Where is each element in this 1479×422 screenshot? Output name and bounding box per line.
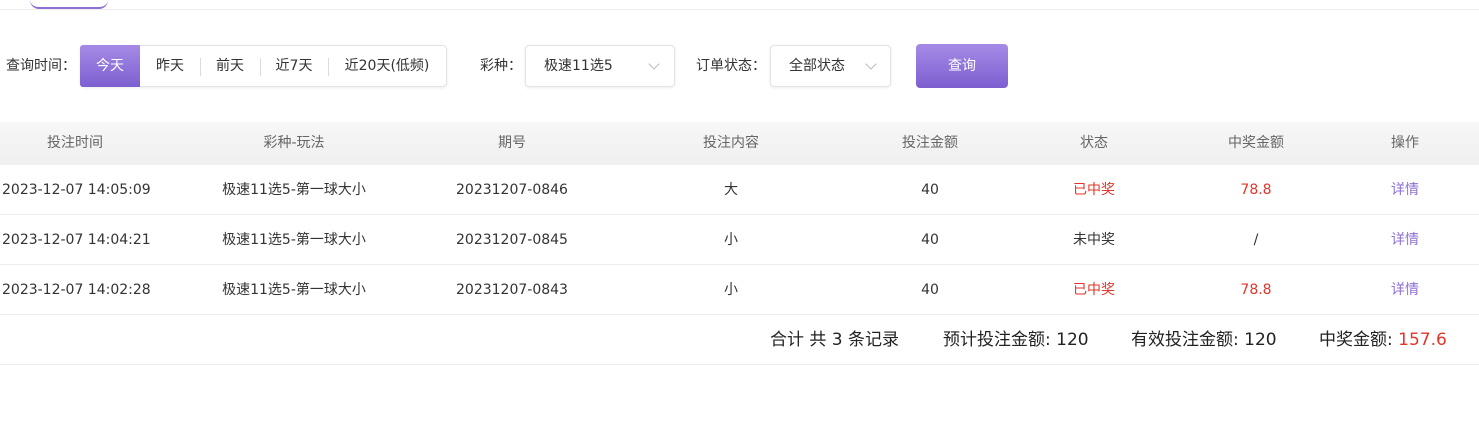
cell-status: 已中奖 <box>1073 282 1115 298</box>
cell-issue: 20231207-0843 <box>456 282 568 298</box>
cell-amount: 40 <box>921 182 939 198</box>
cell-amount: 40 <box>921 282 939 298</box>
cell-status: 已中奖 <box>1073 182 1115 198</box>
cell-content: 大 <box>724 182 738 198</box>
detail-link[interactable]: 详情 <box>1355 265 1455 315</box>
detail-link[interactable]: 详情 <box>1355 215 1455 265</box>
cell-game: 极速11选5-第一球大小 <box>222 232 366 248</box>
query-button[interactable]: 查询 <box>916 44 1008 88</box>
lottery-filter-label: 彩种： <box>480 58 522 74</box>
cell-content: 小 <box>724 282 738 298</box>
time-segment-group: 今天 昨天 前天 近7天 近20天(低频) <box>80 45 447 87</box>
time-option-yesterday[interactable]: 昨天 <box>140 46 200 86</box>
cell-win-amount: 78.8 <box>1240 282 1272 298</box>
table-row: 2023-12-07 14:02:28 极速11选5-第一球大小 2023120… <box>0 265 1479 315</box>
cell-issue: 20231207-0846 <box>456 182 568 198</box>
filter-bar: 查询时间： 今天 昨天 前天 近7天 近20天(低频) 彩种： 极速11选5 订… <box>0 44 1479 88</box>
table-row: 2023-12-07 14:04:21 极速11选5-第一球大小 2023120… <box>0 215 1479 265</box>
lottery-select[interactable]: 极速11选5 <box>525 45 675 87</box>
cell-bet-time: 2023-12-07 14:05:09 <box>2 182 151 198</box>
header-issue: 期号 <box>498 135 526 151</box>
cell-bet-time: 2023-12-07 14:02:28 <box>2 282 151 298</box>
header-action: 操作 <box>1391 135 1419 151</box>
table-header: 投注时间 彩种-玩法 期号 投注内容 投注金额 状态 中奖金额 操作 <box>0 122 1479 165</box>
chevron-down-icon <box>648 58 660 70</box>
cell-win-amount: 78.8 <box>1240 182 1272 198</box>
bet-records-table: 投注时间 彩种-玩法 期号 投注内容 投注金额 状态 中奖金额 操作 2023-… <box>0 122 1479 365</box>
cell-issue: 20231207-0845 <box>456 232 568 248</box>
cell-win-amount: / <box>1253 232 1259 248</box>
status-filter-label: 订单状态： <box>696 58 766 74</box>
cell-bet-time: 2023-12-07 14:04:21 <box>2 232 151 248</box>
cell-status: 未中奖 <box>1073 232 1115 248</box>
summary-win-value: 157.6 <box>1398 330 1447 350</box>
summary-win: 中奖金额: 157.6 <box>1319 315 1447 365</box>
lottery-select-value: 极速11选5 <box>544 58 613 74</box>
top-tab-indicator <box>30 0 108 9</box>
cell-game: 极速11选5-第一球大小 <box>222 182 366 198</box>
header-status: 状态 <box>1080 135 1108 151</box>
summary-row: 合计 共 3 条记录 预计投注金额: 120 有效投注金额: 120 中奖金额:… <box>0 315 1479 365</box>
header-bet-time: 投注时间 <box>47 135 103 151</box>
table-row: 2023-12-07 14:05:09 极速11选5-第一球大小 2023120… <box>0 165 1479 215</box>
summary-win-label: 中奖金额: <box>1319 330 1399 350</box>
time-option-day-before[interactable]: 前天 <box>200 46 260 86</box>
header-amount: 投注金额 <box>902 135 958 151</box>
cell-content: 小 <box>724 232 738 248</box>
header-win-amount: 中奖金额 <box>1228 135 1284 151</box>
summary-valid-amount: 有效投注金额: 120 <box>1131 330 1277 350</box>
chevron-down-icon <box>865 58 877 70</box>
status-select[interactable]: 全部状态 <box>770 45 891 87</box>
time-option-today[interactable]: 今天 <box>80 45 140 87</box>
header-game: 彩种-玩法 <box>263 135 325 151</box>
time-filter-label: 查询时间： <box>6 58 76 74</box>
cell-amount: 40 <box>921 232 939 248</box>
time-option-7days[interactable]: 近7天 <box>260 46 328 86</box>
status-select-value: 全部状态 <box>789 58 845 74</box>
time-option-20days[interactable]: 近20天(低频) <box>328 46 446 86</box>
detail-link[interactable]: 详情 <box>1355 165 1455 215</box>
header-content: 投注内容 <box>703 135 759 151</box>
summary-expected-amount: 预计投注金额: 120 <box>943 330 1089 350</box>
cell-game: 极速11选5-第一球大小 <box>222 282 366 298</box>
summary-total: 合计 共 3 条记录 <box>770 330 900 350</box>
top-divider <box>0 9 1479 10</box>
